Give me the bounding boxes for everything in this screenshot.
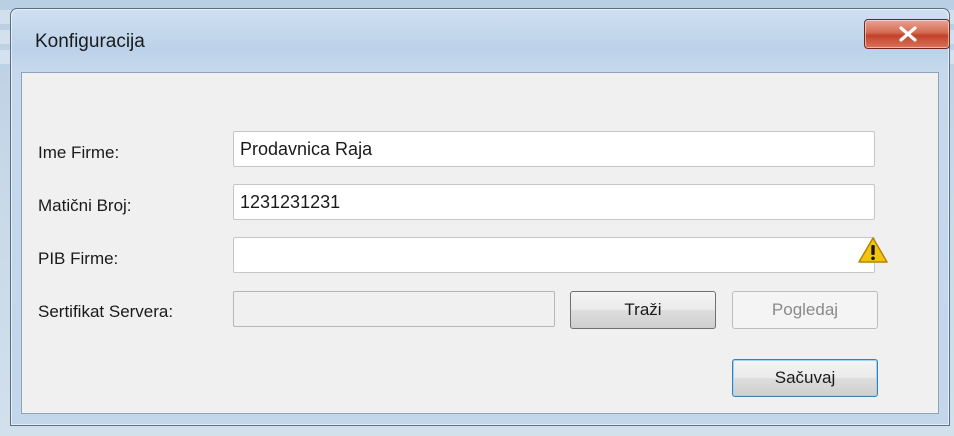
- view-button: Pogledaj: [732, 291, 878, 329]
- save-button[interactable]: Sačuvaj: [732, 359, 878, 397]
- certificate-label: Sertifikat Servera:: [38, 302, 174, 321]
- reg-number-input[interactable]: 1231231231: [233, 184, 875, 220]
- reg-number-label: Matični Broj:: [38, 196, 132, 215]
- certificate-input: [233, 291, 555, 327]
- pib-input[interactable]: [233, 237, 875, 273]
- close-icon: [899, 26, 917, 42]
- pib-label: PIB Firme:: [38, 249, 119, 268]
- dialog-title: Konfiguracija: [35, 31, 145, 52]
- company-name-input[interactable]: Prodavnica Raja: [233, 131, 875, 167]
- company-name-label: Ime Firme:: [38, 143, 120, 162]
- close-button[interactable]: [864, 19, 950, 49]
- browse-button[interactable]: Traži: [570, 291, 716, 329]
- warning-icon: [858, 237, 888, 263]
